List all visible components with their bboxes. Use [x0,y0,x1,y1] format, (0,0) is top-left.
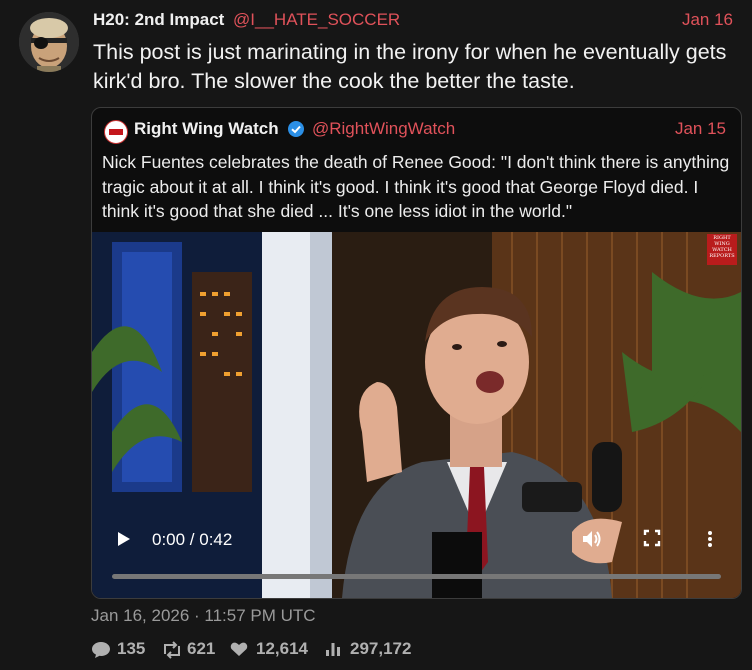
post: H20: 2nd Impact @I__HATE_SOCCER Jan 16 T… [0,0,752,670]
quote-date[interactable]: Jan 15 [675,119,726,139]
avatar[interactable] [19,12,79,72]
post-date[interactable]: Jan 16 [682,10,733,30]
post-text: This post is just marinating in the iron… [93,40,727,93]
repost-icon [164,641,180,659]
video-progress-bar[interactable] [112,574,721,579]
quote-author-name[interactable]: Right Wing Watch [134,119,279,139]
quoted-post[interactable]: Right Wing Watch @RightWingWatch Jan 15 … [91,107,742,599]
heart-icon [230,642,248,656]
repost-count: 621 [187,639,216,658]
quote-header: Right Wing Watch @RightWingWatch Jan 15 [104,119,732,144]
volume-icon[interactable] [581,528,605,550]
like-count: 12,614 [256,639,308,658]
video-time: 0:00 / 0:42 [152,530,233,549]
right-wing-watch-logo[interactable] [104,120,128,144]
post-timestamp[interactable]: Jan 16, 2026 · 11:57 PM UTC [91,606,316,626]
video-controls: 0:00 / 0:42 [92,512,741,598]
reply-count: 135 [117,639,146,658]
verified-icon [288,121,304,137]
author-name[interactable]: H20: 2nd Impact [93,10,224,29]
quote-text: Nick Fuentes celebrates the death of Ren… [102,152,730,221]
quote-author-handle[interactable]: @RightWingWatch [312,119,455,139]
more-icon[interactable] [705,529,715,549]
post-header: H20: 2nd Impact @I__HATE_SOCCER Jan 16 [93,10,743,32]
views-icon [326,643,340,656]
views-count: 297,172 [350,639,412,658]
video-player[interactable]: RIGHT WING WATCH REPORTS 0:00 / 0:42 [92,232,741,598]
play-icon[interactable] [114,528,134,550]
author-handle[interactable]: @I__HATE_SOCCER [233,10,400,29]
right-wing-watch-reports-badge: RIGHT WING WATCH REPORTS [707,234,737,265]
reply-icon [92,642,110,658]
fullscreen-icon[interactable] [643,529,661,547]
